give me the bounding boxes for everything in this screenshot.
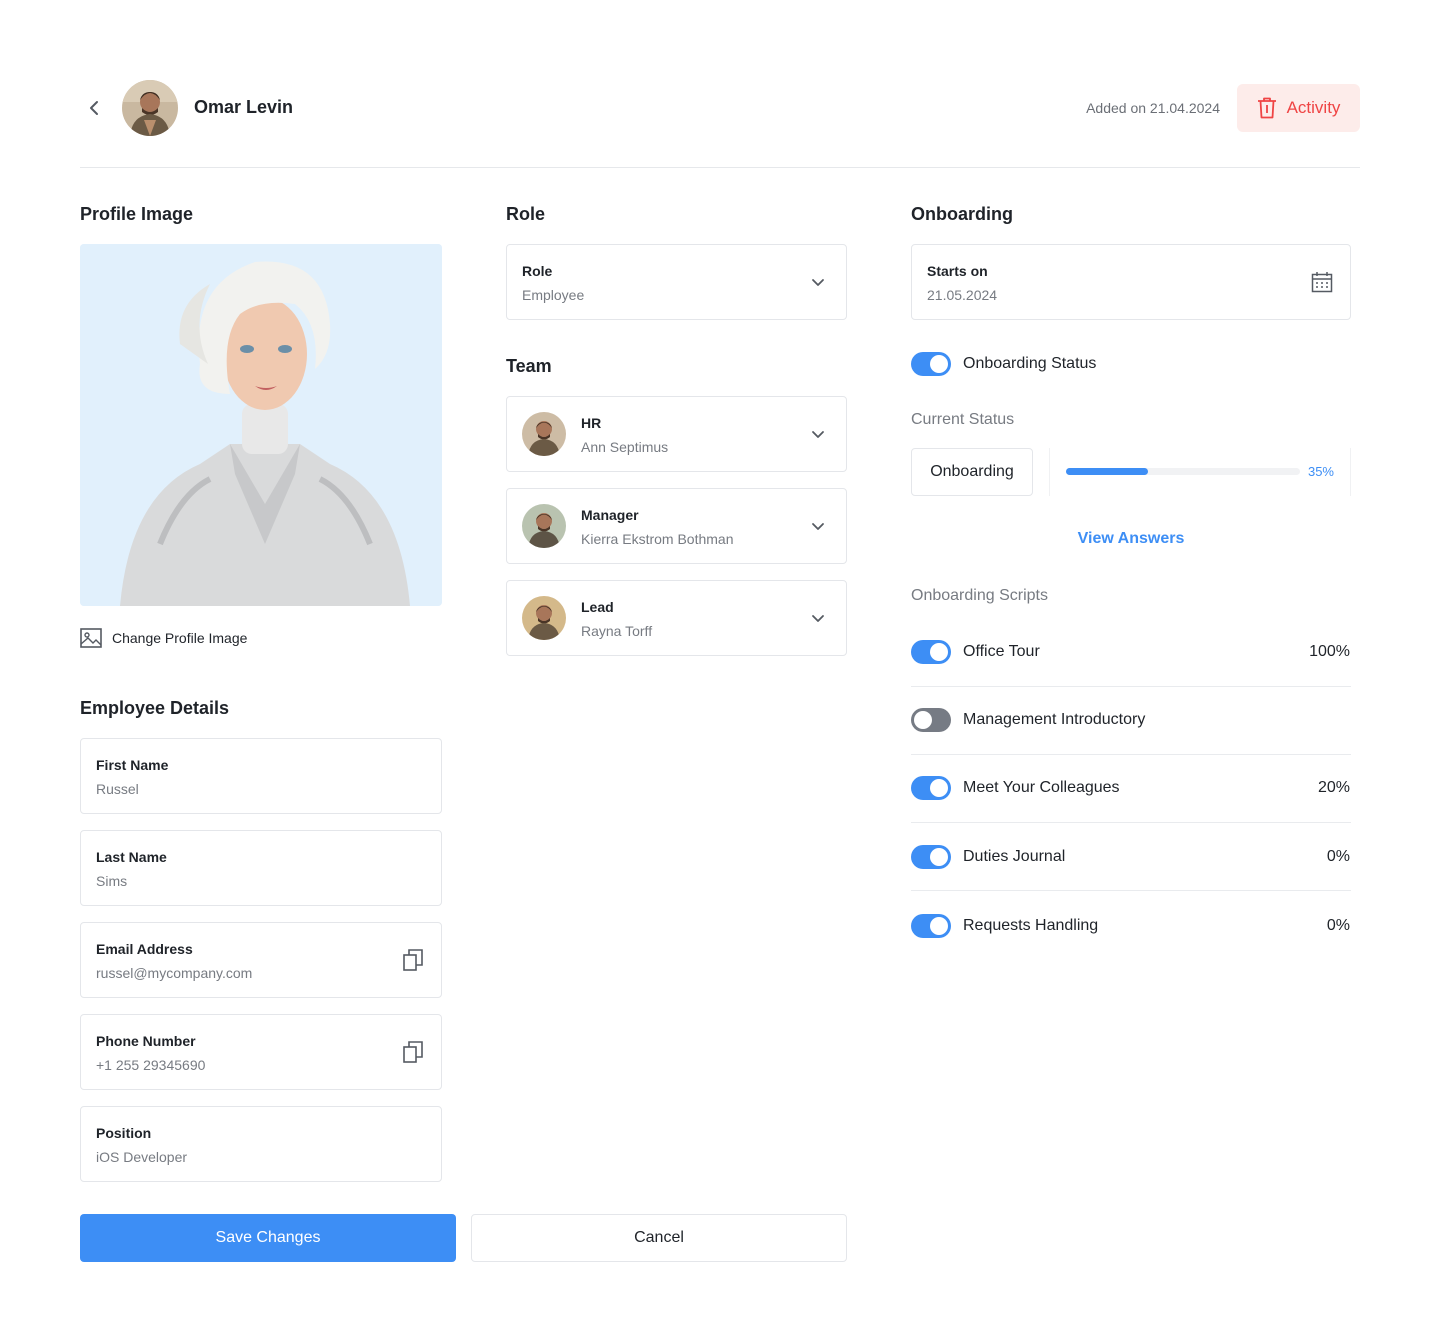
current-status-title: Current Status	[911, 411, 1015, 428]
chevron-left-icon	[90, 101, 98, 115]
activity-label: Activity	[1286, 98, 1341, 117]
copy-icon	[403, 949, 423, 971]
start-date-field[interactable]: Starts on 21.05.2024	[911, 244, 1351, 320]
team-manager-select[interactable]: Manager Kierra Ekstrom Bothman	[506, 488, 847, 564]
progress-track	[1066, 468, 1300, 475]
team-lead-select[interactable]: Lead Rayna Torff	[506, 580, 847, 656]
activity-button[interactable]: Activity	[1237, 84, 1360, 132]
copy-icon	[403, 1041, 423, 1063]
last-name-field[interactable]: Last Name Sims	[80, 830, 442, 906]
row-divider	[911, 754, 1351, 755]
email-field[interactable]: Email Address russel@mycompany.com	[80, 922, 442, 998]
script-toggle-meet-your-colleagues[interactable]	[911, 776, 951, 800]
onboarding-title: Onboarding	[911, 204, 1013, 224]
profile-image-title: Profile Image	[80, 204, 194, 224]
current-status-badge: Onboarding	[911, 448, 1033, 496]
email-value[interactable]: russel@mycompany.com	[96, 965, 252, 981]
position-value[interactable]: iOS Developer	[96, 1149, 187, 1165]
script-toggle-duties-journal[interactable]	[911, 845, 951, 869]
view-answers-link[interactable]: View Answers	[911, 530, 1351, 548]
save-changes-button[interactable]: Save Changes	[80, 1214, 456, 1262]
calendar-icon	[1311, 272, 1333, 293]
script-toggle-office-tour[interactable]	[911, 640, 951, 664]
added-on-date: Added on 21.04.2024	[1086, 100, 1220, 116]
script-label: Office Tour	[963, 643, 1040, 660]
avatar	[522, 504, 566, 548]
progress-fill	[1066, 468, 1148, 475]
team-manager-value: Kierra Ekstrom Bothman	[581, 531, 734, 547]
team-lead-label: Lead	[581, 599, 614, 615]
phone-value[interactable]: +1 255 29345690	[96, 1057, 205, 1073]
first-name-value[interactable]: Russel	[96, 781, 139, 797]
back-button[interactable]	[80, 94, 108, 122]
script-toggle-requests-handling[interactable]	[911, 914, 951, 938]
avatar[interactable]	[122, 80, 178, 136]
image-icon	[80, 628, 102, 648]
header-divider	[80, 167, 1360, 168]
onboarding-scripts-title: Onboarding Scripts	[911, 587, 1048, 604]
start-date-value[interactable]: 21.05.2024	[927, 287, 997, 303]
chevron-down-icon	[806, 514, 830, 538]
last-name-label: Last Name	[96, 849, 167, 865]
script-toggle-management-introductory[interactable]	[911, 708, 951, 732]
avatar	[522, 412, 566, 456]
team-hr-value: Ann Septimus	[581, 439, 669, 455]
chevron-down-icon	[806, 422, 830, 446]
role-label: Role	[522, 263, 553, 279]
script-percent: 20%	[1317, 779, 1350, 796]
chevron-down-icon	[806, 270, 830, 294]
employee-details-title: Employee Details	[80, 698, 230, 718]
script-label: Duties Journal	[963, 848, 1066, 865]
script-label: Management Introductory	[963, 711, 1146, 728]
row-divider	[911, 890, 1351, 891]
onboarding-status-toggle[interactable]	[911, 352, 951, 376]
onboarding-status-label: Onboarding Status	[963, 355, 1097, 372]
start-date-label: Starts on	[927, 263, 988, 279]
chevron-down-icon	[806, 606, 830, 630]
first-name-field[interactable]: First Name Russel	[80, 738, 442, 814]
page-header: Omar Levin Added on 21.04.2024 Activity	[80, 80, 1360, 136]
profile-image	[80, 244, 442, 606]
employee-name: Omar Levin	[194, 97, 294, 117]
script-percent: 0%	[1326, 917, 1350, 934]
team-manager-label: Manager	[581, 507, 639, 523]
date-picker-button[interactable]	[1310, 270, 1334, 294]
phone-field[interactable]: Phone Number +1 255 29345690	[80, 1014, 442, 1090]
copy-email-button[interactable]	[401, 948, 425, 972]
script-percent: 0%	[1326, 848, 1350, 865]
progress-percent: 35%	[1307, 464, 1334, 479]
script-percent: 100%	[1309, 643, 1350, 660]
trash-icon	[1257, 97, 1276, 119]
first-name-label: First Name	[96, 757, 169, 773]
row-divider	[911, 822, 1351, 823]
email-label: Email Address	[96, 941, 193, 957]
team-hr-select[interactable]: HR Ann Septimus	[506, 396, 847, 472]
team-title: Team	[506, 356, 552, 376]
row-divider	[911, 686, 1351, 687]
change-profile-image-button[interactable]: Change Profile Image	[80, 628, 247, 648]
team-lead-value: Rayna Torff	[581, 623, 653, 639]
role-select[interactable]: Role Employee	[506, 244, 847, 320]
team-hr-label: HR	[581, 415, 602, 431]
script-label: Requests Handling	[963, 917, 1099, 934]
role-value: Employee	[522, 287, 585, 303]
role-title: Role	[506, 204, 546, 224]
onboarding-progress: 35%	[1049, 448, 1351, 496]
change-profile-image-label: Change Profile Image	[112, 630, 248, 646]
position-field[interactable]: Position iOS Developer	[80, 1106, 442, 1182]
phone-label: Phone Number	[96, 1033, 196, 1049]
cancel-button[interactable]: Cancel	[471, 1214, 847, 1262]
script-label: Meet Your Colleagues	[963, 779, 1120, 796]
last-name-value[interactable]: Sims	[96, 873, 127, 889]
avatar	[522, 596, 566, 640]
position-label: Position	[96, 1125, 152, 1141]
copy-phone-button[interactable]	[401, 1040, 425, 1064]
